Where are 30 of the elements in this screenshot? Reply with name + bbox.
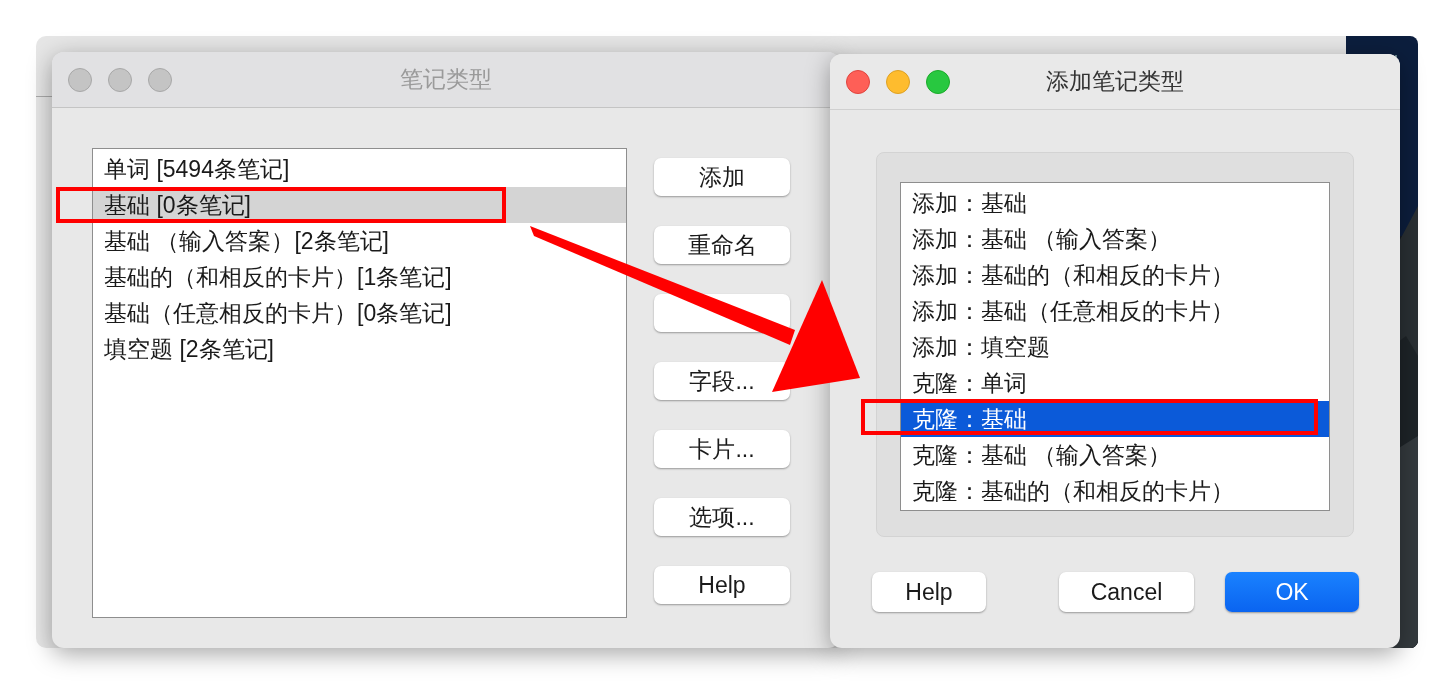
action-button[interactable]: 选项... [654,498,790,536]
close-button[interactable] [846,69,870,94]
list-item[interactable]: 克隆：基础 （输入答案） [901,437,1329,473]
list-item[interactable]: 单词 [5494条笔记] [93,151,626,187]
minimize-button[interactable] [108,67,132,92]
zoom-button[interactable] [148,67,172,92]
list-item[interactable]: 基础（任意相反的卡片）[0条笔记] [93,295,626,331]
window-title: 添加笔记类型 [1046,68,1184,94]
action-button[interactable]: Help [654,566,790,604]
ok-button[interactable]: OK [1225,572,1359,612]
list-item[interactable]: 基础 （输入答案）[2条笔记] [93,223,626,259]
dialog-button[interactable]: Cancel [1059,572,1194,612]
list-item[interactable]: 添加：基础的（和相反的卡片） [901,257,1329,293]
list-item[interactable]: 基础的（和相反的卡片）[1条笔记] [93,259,626,295]
list-item[interactable]: 克隆：单词 [901,365,1329,401]
list-item[interactable]: 填空题 [2条笔记] [93,331,626,367]
action-button[interactable]: 重命名 [654,226,790,264]
dialog-button[interactable]: Help [872,572,986,612]
list-item[interactable]: 添加：基础 （输入答案） [901,221,1329,257]
action-button[interactable]: 字段... [654,362,790,400]
list-item[interactable]: 克隆：基础的（和相反的卡片） [901,473,1329,509]
close-button[interactable] [68,67,92,92]
list-item[interactable]: 添加：基础 [901,185,1329,221]
list-item[interactable]: 添加：填空题 [901,329,1329,365]
window-title: 笔记类型 [400,66,492,92]
action-button[interactable]: 添加 [654,158,790,196]
minimize-button[interactable] [886,69,910,94]
zoom-button[interactable] [926,69,950,94]
action-button[interactable]: 卡片... [654,430,790,468]
list-item[interactable]: 添加：基础（任意相反的卡片） [901,293,1329,329]
